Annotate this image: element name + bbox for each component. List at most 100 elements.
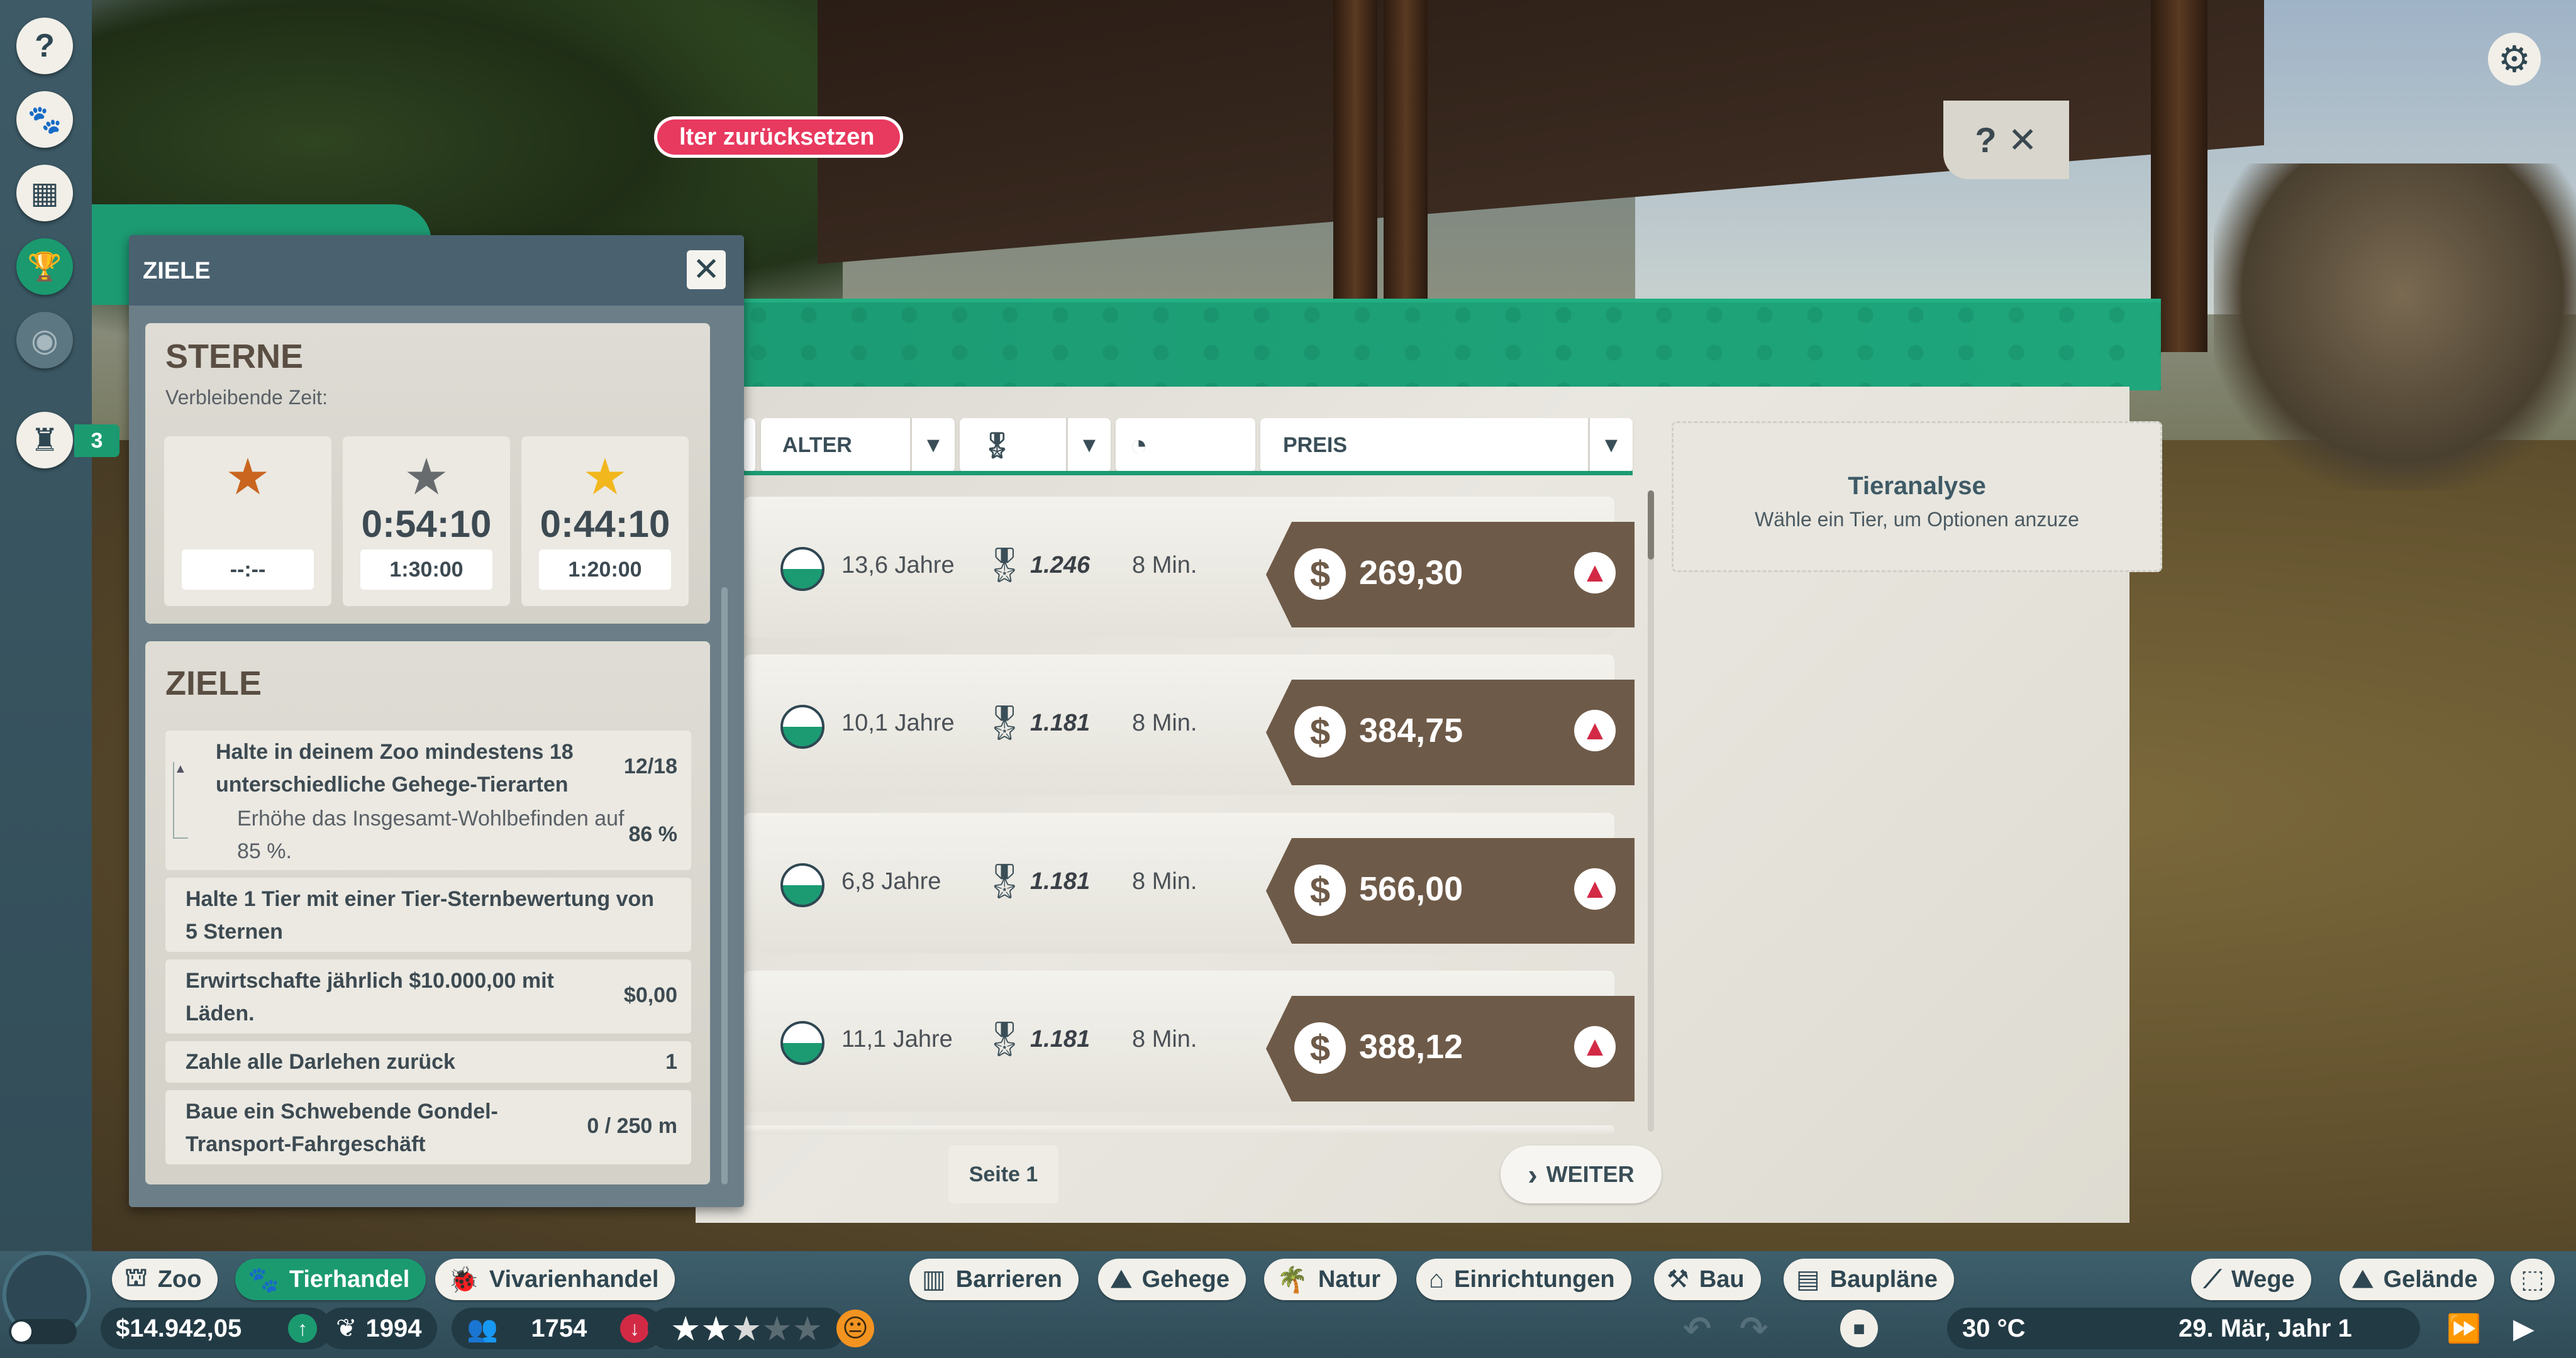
listing-time: 8 Min.	[1132, 1026, 1197, 1052]
bronze-star-icon: ★	[225, 449, 270, 505]
gold-star-time: 0:44:10	[540, 503, 670, 545]
goals-list-card: ZIELE ▲ Halte in deinem Zoo mindestens 1…	[145, 641, 710, 1184]
money-value: $14.942,05	[116, 1314, 242, 1342]
undo-icon[interactable]: ↶	[1683, 1308, 1711, 1349]
temperature-value: 30 °C	[1962, 1314, 2026, 1342]
goal-text: Zahle alle Darlehen zurück	[186, 1050, 455, 1074]
tab-animal-trading[interactable]: 🐾 Tierhandel	[235, 1259, 426, 1300]
rating-star: ★	[792, 1310, 823, 1348]
goal-item[interactable]: ▲ Halte in deinem Zoo mindestens 18 unte…	[165, 731, 691, 870]
window-help-icon[interactable]: ?	[1975, 119, 1996, 160]
leaf-icon: ❦	[336, 1315, 357, 1342]
camera-mode-button[interactable]: ■	[1840, 1308, 1878, 1349]
column-header-age[interactable]: ALTER ▼	[761, 418, 955, 472]
redo-icon[interactable]: ↷	[1740, 1308, 1768, 1349]
calendar-icon[interactable]: ▦	[16, 165, 73, 221]
tab-paths[interactable]: ⟋ Wege	[2191, 1259, 2311, 1300]
analysis-hint: Wähle ein Tier, um Optionen anzuze	[1755, 508, 2079, 531]
tab-facilities[interactable]: ⌂ Einrichtungen	[1416, 1259, 1631, 1300]
goal-item[interactable]: Erwirtschafte jährlich $10.000,00 mit Lä…	[165, 959, 691, 1034]
play-icon[interactable]: ▶	[2513, 1308, 2534, 1349]
filter-icon[interactable]: ▼	[1588, 418, 1633, 472]
eye-icon[interactable]: ◉	[16, 312, 73, 368]
price-tag-button[interactable]: $ 388,12 ▲	[1266, 996, 1635, 1101]
zoo-rating-stars[interactable]: ★★★★★	[648, 1308, 845, 1349]
tab-habitats[interactable]: ⛰ Gehege	[1098, 1259, 1246, 1300]
warning-icon[interactable]: ▲	[1574, 868, 1616, 910]
animal-list-row[interactable]: 11,1 Jahre 🎖 1.181 8 Min. $ 388,12 ▲	[744, 971, 1635, 1112]
selection-icon: ⬚	[2521, 1266, 2545, 1293]
column-header-price[interactable]: PREIS ▼	[1260, 418, 1633, 472]
rating-star: ★	[731, 1310, 762, 1348]
tab-barriers[interactable]: ▥ Barrieren	[909, 1259, 1079, 1300]
price-value: 269,30	[1359, 554, 1463, 592]
column-header-time[interactable]: ◔	[1116, 418, 1255, 472]
price-tag-button[interactable]: $ 384,75 ▲	[1266, 680, 1635, 785]
tab-terrain[interactable]: ⛰ Gelände	[2340, 1259, 2494, 1300]
gold-star-icon: ★	[582, 449, 628, 505]
stars-card: STERNE Verbleibende Zeit: ★ --:-- ★ 0:54…	[145, 323, 710, 624]
animal-list-row[interactable]: 13,6 Jahre 🎖 1.246 8 Min. $ 269,30 ▲	[744, 497, 1635, 638]
warning-icon[interactable]: ▲	[1574, 1026, 1616, 1068]
tree-icon: 🌴	[1277, 1266, 1308, 1294]
speed-toggle[interactable]	[9, 1319, 77, 1344]
tab-construction[interactable]: ⚒ Bau	[1654, 1259, 1761, 1300]
price-tag-button[interactable]: $ 269,30 ▲	[1266, 522, 1635, 627]
animal-card-icon[interactable]: 🐾	[16, 91, 73, 148]
filter-icon[interactable]: ▼	[910, 418, 955, 472]
next-page-button[interactable]: › WEITER	[1501, 1145, 1662, 1203]
animal-appeal-score: 1.181	[1030, 868, 1091, 895]
animal-list-row[interactable]: 6,8 Jahre 🎖 1.181 8 Min. $ 566,00 ▲	[744, 813, 1635, 954]
tab-blueprints[interactable]: ▤ Baupläne	[1784, 1259, 1954, 1300]
goal-tree-icon: ▲	[173, 762, 188, 839]
camera-icon: ■	[1840, 1310, 1878, 1347]
column-header-fragment[interactable]	[744, 418, 755, 472]
facility-icon: ⌂	[1429, 1265, 1445, 1293]
money-display[interactable]: $14.942,05 ↑	[101, 1308, 332, 1349]
guest-mood-display[interactable]: 😐	[836, 1308, 874, 1349]
guest-count-display[interactable]: 👥 1754 ↓	[452, 1308, 664, 1349]
list-scrollbar[interactable]	[1648, 490, 1654, 1132]
stars-heading: STERNE	[165, 338, 304, 375]
column-header-price-label: PREIS	[1283, 433, 1348, 457]
neutral-face-icon: 😐	[836, 1310, 874, 1347]
chevron-right-icon: ›	[1528, 1158, 1538, 1191]
dollar-icon: $	[1294, 548, 1346, 600]
tab-nature[interactable]: 🌴 Natur	[1264, 1259, 1397, 1300]
goal-item[interactable]: Halte 1 Tier mit einer Tier-Sternbewertu…	[165, 878, 691, 952]
rating-star: ★	[670, 1310, 701, 1348]
price-tag-button[interactable]: $ 566,00 ▲	[1266, 838, 1635, 944]
tab-animal-trading-label: Tierhandel	[289, 1266, 410, 1293]
reset-filters-button[interactable]: lter zurücksetzen	[654, 116, 904, 158]
window-close-icon[interactable]: ✕	[2008, 119, 2038, 161]
award-icon: 🎖	[983, 1020, 1026, 1058]
fast-forward-icon[interactable]: ⏩	[2446, 1308, 2481, 1349]
age-pie-icon	[780, 705, 824, 749]
conservation-points-display[interactable]: ❦ 1994	[321, 1308, 437, 1349]
goal-progress: 1	[665, 1050, 677, 1074]
animal-list-row[interactable]: 10,1 Jahre 🎖 1.181 8 Min. $ 384,75 ▲	[744, 654, 1635, 795]
warning-icon[interactable]: ▲	[1574, 552, 1616, 593]
goal-item[interactable]: Baue ein Schwebende Gondel-Transport-Fah…	[165, 1090, 691, 1164]
goal-item[interactable]: Zahle alle Darlehen zurück 1	[165, 1041, 691, 1083]
silver-star-box: ★ 0:54:10 1:30:00	[343, 436, 510, 606]
scrollbar-thumb[interactable]	[1648, 490, 1654, 560]
tab-vivarium-trading[interactable]: 🐞 Vivarienhandel	[435, 1259, 675, 1300]
analysis-title: Tieranalyse	[1848, 472, 1986, 500]
close-icon[interactable]: ✕	[687, 250, 726, 289]
date-display[interactable]: 29. Mär, Jahr 1	[2163, 1308, 2420, 1349]
column-header-award[interactable]: 🎖 ▼	[960, 418, 1111, 472]
settings-gear-icon[interactable]: ⚙	[2488, 33, 2541, 86]
help-question-icon[interactable]: ?	[16, 18, 73, 74]
trophy-icon[interactable]: 🏆	[16, 238, 73, 295]
filter-icon[interactable]: ▼	[1066, 418, 1111, 472]
age-pie-icon	[780, 863, 824, 907]
goal-text: Erwirtschafte jährlich $10.000,00 mit Lä…	[186, 969, 554, 1025]
goals-scrollbar[interactable]	[721, 587, 728, 1184]
select-tool-button[interactable]: ⬚	[2511, 1259, 2555, 1300]
warning-icon[interactable]: ▲	[1574, 710, 1616, 751]
staff-icon[interactable]: ♜	[16, 412, 73, 468]
tab-zoo[interactable]: ⛫ Zoo	[112, 1259, 218, 1300]
dollar-icon: $	[1294, 1022, 1346, 1074]
clock-icon: ◔	[1130, 428, 1148, 462]
